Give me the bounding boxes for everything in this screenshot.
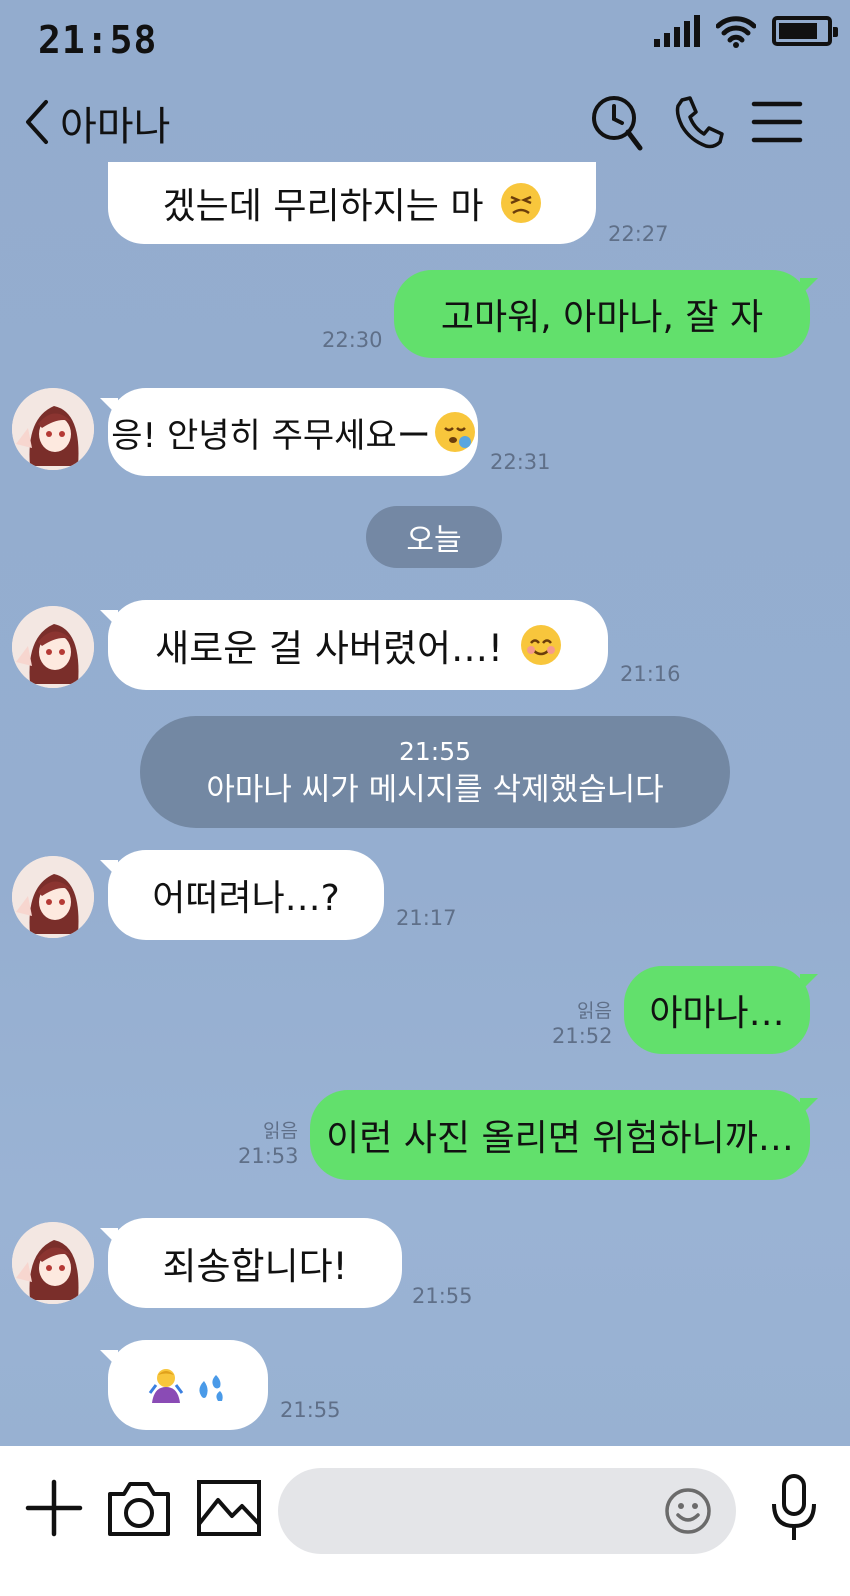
message-time: 22:31 <box>490 450 551 474</box>
emoji-smile-icon[interactable] <box>664 1487 712 1535</box>
notice-time: 21:55 <box>398 737 472 766</box>
contact-avatar[interactable] <box>12 1222 94 1304</box>
sleeping-face-emoji-icon <box>434 412 475 452</box>
notice-text: 아마나 씨가 메시지를 삭제했습니다 <box>206 772 664 808</box>
bubble-tail <box>800 278 818 296</box>
image-icon[interactable] <box>194 1476 264 1540</box>
message-time: 21:53 <box>238 1144 299 1168</box>
plus-icon[interactable] <box>22 1476 86 1540</box>
sweat-droplets-icon <box>194 1367 228 1403</box>
read-receipt: 읽음 <box>263 1120 298 1142</box>
message-time: 21:55 <box>280 1398 341 1422</box>
message-time: 22:27 <box>608 222 669 246</box>
incoming-message-bubble[interactable]: 겠는데 무리하지는 마 <box>108 162 596 244</box>
message-input[interactable] <box>278 1468 736 1554</box>
contact-avatar[interactable] <box>12 388 94 470</box>
message-time: 21:17 <box>396 906 457 930</box>
menu-icon[interactable] <box>748 90 808 154</box>
phone-icon[interactable] <box>668 90 728 154</box>
outgoing-message-bubble[interactable]: 아마나… <box>624 966 810 1054</box>
smiling-face-emoji-icon <box>520 625 561 665</box>
message-time: 21:16 <box>620 662 681 686</box>
incoming-message-bubble[interactable]: 어떠려나…? <box>108 850 384 940</box>
signal-icon <box>654 15 700 47</box>
chat-screen: 21:58 아마나 겠는데 무리하지는 마 22:27 고마워, 아마나, 잘 … <box>0 0 850 1596</box>
camera-icon[interactable] <box>104 1476 174 1540</box>
status-icons <box>654 14 838 48</box>
incoming-message-bubble[interactable] <box>108 1340 268 1430</box>
incoming-message-bubble[interactable]: 죄송합니다! <box>108 1218 402 1308</box>
contact-avatar[interactable] <box>12 856 94 938</box>
contact-avatar[interactable] <box>12 606 94 688</box>
wifi-icon <box>716 16 756 48</box>
outgoing-message-bubble[interactable]: 고마워, 아마나, 잘 자 <box>394 270 810 358</box>
bubble-tail <box>800 974 818 992</box>
chat-header: 아마나 <box>0 84 850 164</box>
status-time: 21:58 <box>38 18 158 62</box>
microphone-icon[interactable] <box>764 1472 824 1544</box>
message-time: 21:52 <box>552 1024 613 1048</box>
deleted-message-notice: 21:55 아마나 씨가 메시지를 삭제했습니다 <box>140 716 730 828</box>
back-chevron-icon[interactable] <box>18 94 54 150</box>
incoming-message-bubble[interactable]: 응! 안녕히 주무세요ー <box>108 388 478 476</box>
read-receipt: 읽음 <box>577 1000 612 1022</box>
tired-face-emoji-icon <box>501 183 542 223</box>
bowing-person-emoji-icon <box>148 1365 184 1405</box>
date-divider: 오늘 <box>366 506 502 568</box>
incoming-message-bubble[interactable]: 새로운 걸 사버렸어…! <box>108 600 608 690</box>
contact-name[interactable]: 아마나 <box>60 94 170 152</box>
outgoing-message-bubble[interactable]: 이런 사진 올리면 위험하니까… <box>310 1090 810 1180</box>
message-time: 22:30 <box>322 328 383 352</box>
message-input-bar <box>0 1446 850 1596</box>
message-time: 21:55 <box>412 1284 473 1308</box>
battery-icon <box>772 16 838 46</box>
search-history-icon[interactable] <box>588 90 648 154</box>
